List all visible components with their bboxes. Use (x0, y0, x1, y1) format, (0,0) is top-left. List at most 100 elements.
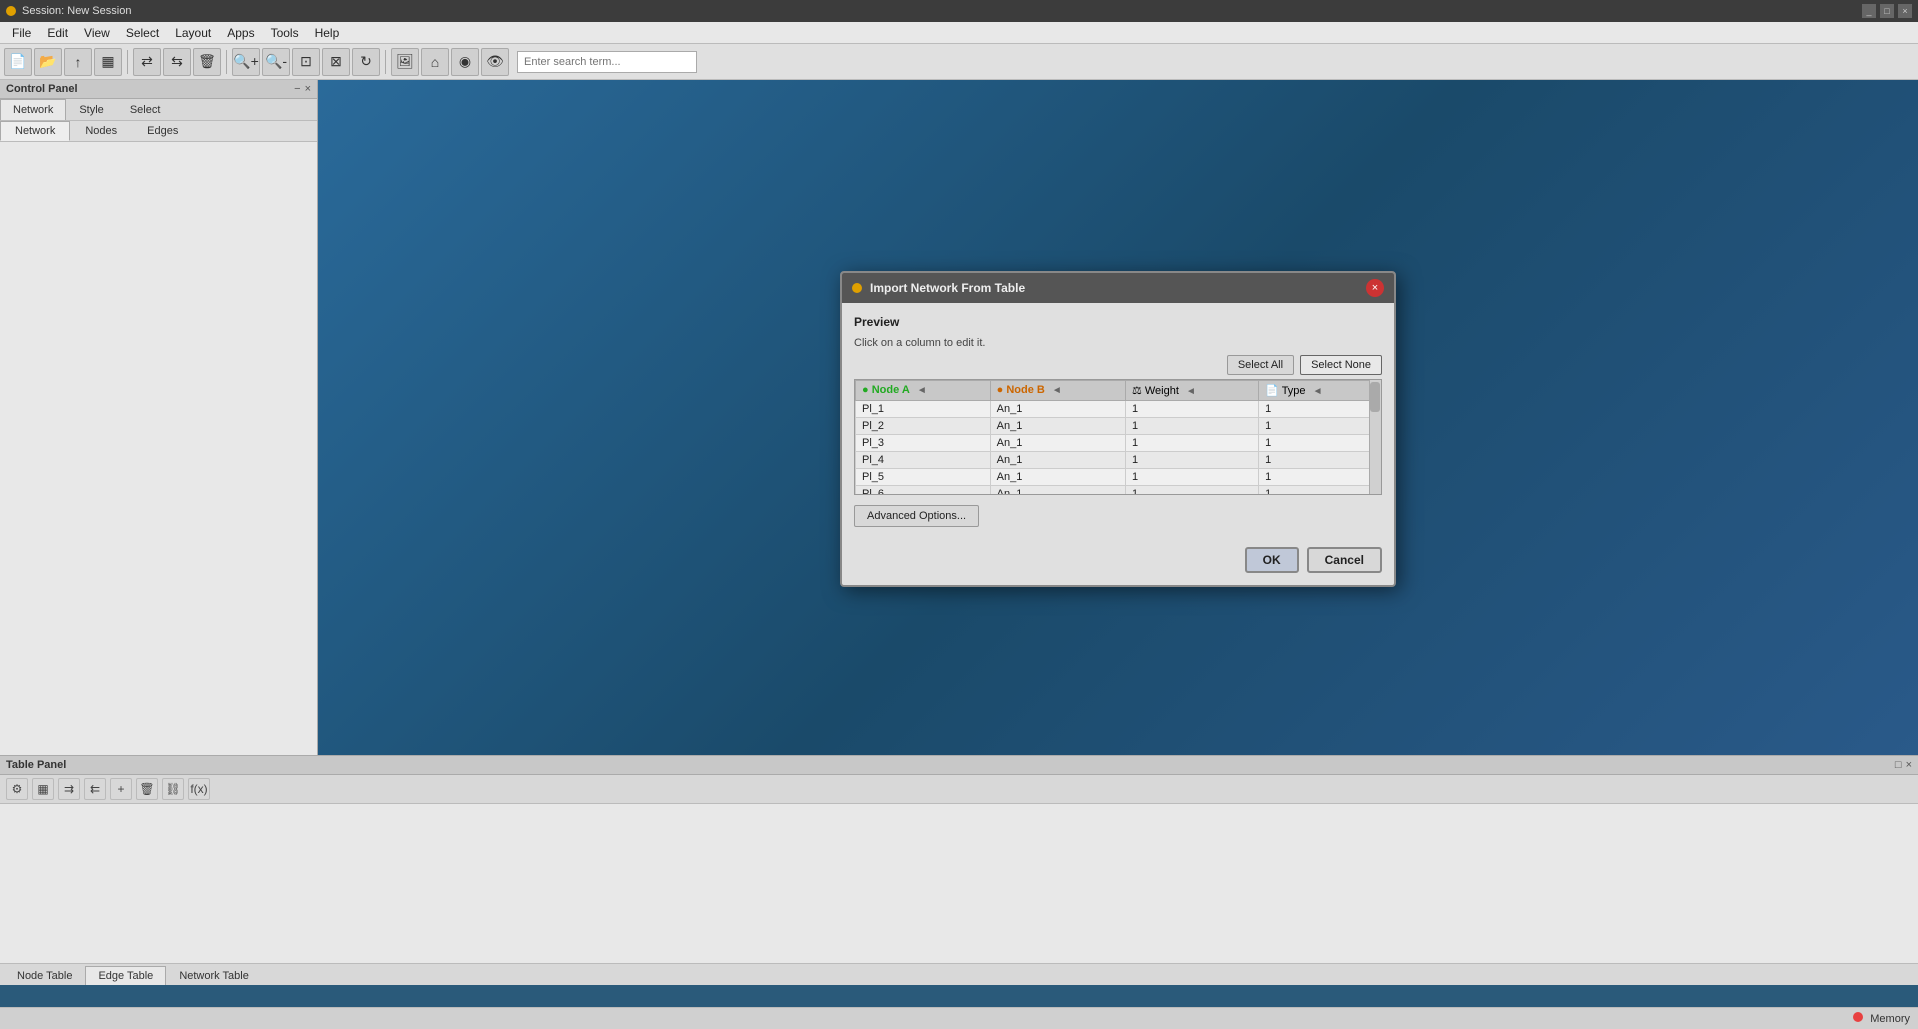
table-content (0, 804, 1918, 963)
menu-apps[interactable]: Apps (219, 24, 262, 42)
table-toolbar: ⚙ ▦ ⇉ ⇇ + 🗑 ⛓ f(x) (0, 775, 1918, 804)
import-button[interactable]: ↑ (64, 48, 92, 76)
table-function-btn[interactable]: f(x) (188, 778, 210, 800)
cancel-button[interactable]: Cancel (1307, 547, 1382, 573)
table-row: Pl_4An_111 (856, 451, 1381, 468)
menu-select[interactable]: Select (118, 24, 167, 42)
advanced-options-button[interactable]: Advanced Options... (854, 505, 979, 527)
dialog-title: Import Network From Table (870, 281, 1025, 295)
preview-controls: Select All Select None (854, 355, 1382, 375)
table-merge-btn[interactable]: ⇉ (58, 778, 80, 800)
control-panel-close-btn[interactable]: × (305, 83, 311, 95)
toolbar-separator-1 (127, 50, 128, 74)
maximize-button[interactable]: □ (1880, 4, 1894, 18)
table-cell-b: An_1 (990, 468, 1125, 485)
sub-tab-network[interactable]: Network (0, 121, 70, 141)
title-bar-dot (6, 6, 16, 16)
zoom-out-button[interactable]: 🔍- (262, 48, 290, 76)
table-view-btn[interactable]: ▦ (32, 778, 54, 800)
col-weight[interactable]: ⚖ Weight ◄ (1125, 380, 1258, 400)
table-cell-weight: 1 (1125, 451, 1258, 468)
import-dialog: Import Network From Table × Preview Clic… (840, 271, 1396, 587)
show-button[interactable]: 👁 (481, 48, 509, 76)
table-settings-btn[interactable]: ⚙ (6, 778, 28, 800)
tab-select[interactable]: Select (117, 99, 174, 120)
ok-button[interactable]: OK (1245, 547, 1299, 573)
dialog-title-bar: Import Network From Table × (842, 273, 1394, 303)
zoom-in-button[interactable]: 🔍+ (232, 48, 260, 76)
col-node-b[interactable]: ● Node B ◄ (990, 380, 1125, 400)
table-cell-type: 1 (1259, 451, 1381, 468)
dialog-close-button[interactable]: × (1366, 279, 1384, 297)
minimize-button[interactable]: _ (1862, 4, 1876, 18)
tab-network-table[interactable]: Network Table (166, 966, 262, 985)
table-add-btn[interactable]: + (110, 778, 132, 800)
refresh-button[interactable]: ↻ (352, 48, 380, 76)
app-title: Session: New Session (22, 5, 131, 17)
table-cell-a: Pl_3 (856, 434, 991, 451)
preview-hint: Click on a column to edit it. (854, 337, 1382, 349)
menu-tools[interactable]: Tools (263, 24, 307, 42)
new-session-button[interactable]: 📄 (4, 48, 32, 76)
home-button[interactable]: ⌂ (421, 48, 449, 76)
table-link-btn[interactable]: ⛓ (162, 778, 184, 800)
zoom-fit-button[interactable]: ⊡ (292, 48, 320, 76)
preview-table-container: ● Node A ◄ ● Node B ◄ ⚖ Weight (854, 379, 1382, 495)
table-cell-weight: 1 (1125, 417, 1258, 434)
menu-view[interactable]: View (76, 24, 118, 42)
export-image-button[interactable]: 🖼 (391, 48, 419, 76)
toolbar-separator-2 (226, 50, 227, 74)
hide-button[interactable]: ◉ (451, 48, 479, 76)
table-cell-a: Pl_2 (856, 417, 991, 434)
zoom-100-button[interactable]: ⊠ (322, 48, 350, 76)
table-cell-b: An_1 (990, 434, 1125, 451)
select-all-button[interactable]: Select All (1227, 355, 1294, 375)
open-button[interactable]: 📂 (34, 48, 62, 76)
table-cell-type: 1 (1259, 417, 1381, 434)
table-split-btn[interactable]: ⇇ (84, 778, 106, 800)
preview-table-body: Pl_1An_111Pl_2An_111Pl_3An_111Pl_4An_111… (856, 400, 1381, 495)
network-canvas[interactable]: Import Network From Table × Preview Clic… (318, 80, 1918, 777)
tab-style[interactable]: Style (66, 99, 116, 120)
menu-layout[interactable]: Layout (167, 24, 219, 42)
tab-edge-table[interactable]: Edge Table (85, 966, 166, 985)
tab-network[interactable]: Network (0, 99, 66, 120)
col-node-a[interactable]: ● Node A ◄ (856, 380, 991, 400)
table-button[interactable]: ▦ (94, 48, 122, 76)
table-row: Pl_6An_111 (856, 485, 1381, 495)
network-sub-tabs: Network Nodes Edges (0, 121, 317, 142)
table-cell-type: 1 (1259, 485, 1381, 495)
menu-edit[interactable]: Edit (39, 24, 76, 42)
control-panel-header: Control Panel − × (0, 80, 317, 99)
table-cell-b: An_1 (990, 417, 1125, 434)
table-cell-a: Pl_1 (856, 400, 991, 417)
scrollbar-thumb[interactable] (1370, 382, 1380, 412)
tab-node-table[interactable]: Node Table (4, 966, 85, 985)
control-panel-minimize-btn[interactable]: − (294, 83, 300, 95)
title-bar-controls: _ □ × (1862, 4, 1912, 18)
status-bar-right: Memory (1853, 1012, 1910, 1025)
memory-status-dot (1853, 1012, 1863, 1022)
delete-button[interactable]: 🗑 (193, 48, 221, 76)
table-cell-b: An_1 (990, 485, 1125, 495)
toolbar: 📄 📂 ↑ ▦ ⇄ ⇆ 🗑 🔍+ 🔍- ⊡ ⊠ ↻ 🖼 ⌂ ◉ 👁 (0, 44, 1918, 80)
close-button[interactable]: × (1898, 4, 1912, 18)
copy-button[interactable]: ⇄ (133, 48, 161, 76)
table-panel-title: Table Panel (6, 759, 66, 771)
paste-button[interactable]: ⇆ (163, 48, 191, 76)
table-cell-a: Pl_4 (856, 451, 991, 468)
table-row: Pl_5An_111 (856, 468, 1381, 485)
sub-tab-edges[interactable]: Edges (132, 121, 193, 141)
search-input[interactable] (517, 51, 697, 73)
select-none-button[interactable]: Select None (1300, 355, 1382, 375)
table-row: Pl_2An_111 (856, 417, 1381, 434)
menu-help[interactable]: Help (307, 24, 348, 42)
col-type[interactable]: 📄 Type ◄ (1259, 380, 1381, 400)
sub-tab-nodes[interactable]: Nodes (70, 121, 132, 141)
table-cell-weight: 1 (1125, 468, 1258, 485)
menu-file[interactable]: File (4, 24, 39, 42)
table-cell-type: 1 (1259, 468, 1381, 485)
scrollbar[interactable] (1369, 380, 1381, 494)
table-cell-weight: 1 (1125, 485, 1258, 495)
table-delete-btn[interactable]: 🗑 (136, 778, 158, 800)
